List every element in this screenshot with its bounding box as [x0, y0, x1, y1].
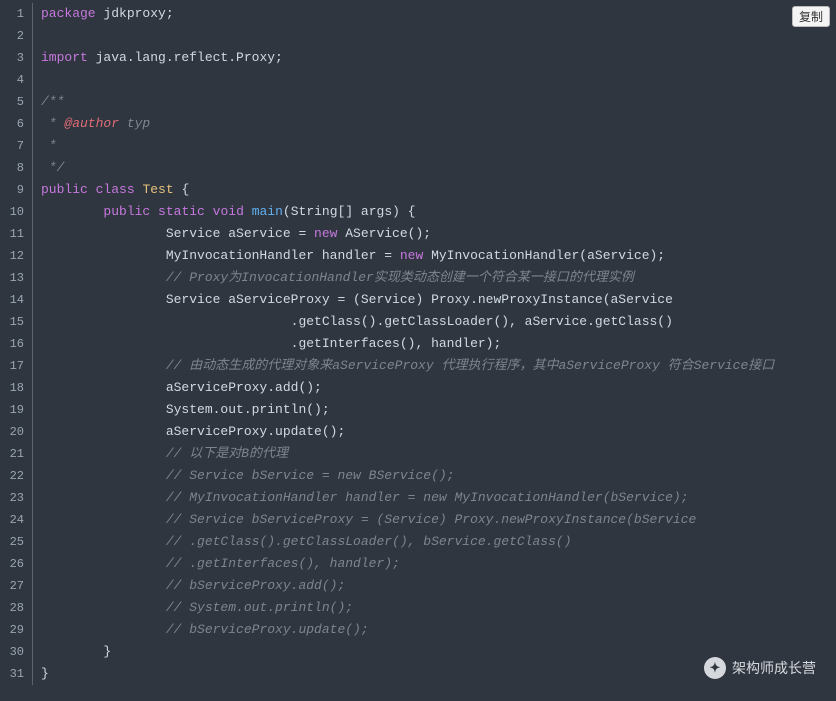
line-number: 4 — [3, 69, 33, 91]
code-content[interactable]: * @author typ — [33, 113, 150, 135]
line-number: 24 — [3, 509, 33, 531]
code-line: 19 System.out.println(); — [3, 399, 833, 421]
code-line: 23 // MyInvocationHandler handler = new … — [3, 487, 833, 509]
line-number: 9 — [3, 179, 33, 201]
code-line: 6 * @author typ — [3, 113, 833, 135]
code-line: 29 // bServiceProxy.update(); — [3, 619, 833, 641]
watermark: ✦ 架构师成长营 — [704, 657, 816, 679]
code-content[interactable]: .getClass().getClassLoader(), aService.g… — [33, 311, 673, 333]
code-content[interactable]: * — [33, 135, 57, 157]
line-number: 20 — [3, 421, 33, 443]
line-number: 16 — [3, 333, 33, 355]
line-number: 23 — [3, 487, 33, 509]
code-content[interactable]: // 以下是对B的代理 — [33, 443, 288, 465]
code-content[interactable]: .getInterfaces(), handler); — [33, 333, 501, 355]
line-number: 29 — [3, 619, 33, 641]
code-content[interactable]: // Service bService = new BService(); — [33, 465, 454, 487]
code-line: 12 MyInvocationHandler handler = new MyI… — [3, 245, 833, 267]
code-content[interactable] — [33, 69, 41, 91]
line-number: 30 — [3, 641, 33, 663]
line-number: 8 — [3, 157, 33, 179]
code-line: 8 */ — [3, 157, 833, 179]
code-content[interactable]: public static void main(String[] args) { — [33, 201, 416, 223]
code-content[interactable]: // .getClass().getClassLoader(), bServic… — [33, 531, 572, 553]
code-line: 24 // Service bServiceProxy = (Service) … — [3, 509, 833, 531]
code-content[interactable]: Service aService = new AService(); — [33, 223, 431, 245]
line-number: 11 — [3, 223, 33, 245]
code-line: 18 aServiceProxy.add(); — [3, 377, 833, 399]
code-content[interactable]: } — [33, 663, 49, 685]
line-number: 7 — [3, 135, 33, 157]
wechat-icon: ✦ — [704, 657, 726, 679]
line-number: 17 — [3, 355, 33, 377]
line-number: 18 — [3, 377, 33, 399]
line-number: 12 — [3, 245, 33, 267]
copy-button[interactable]: 复制 — [792, 6, 830, 27]
code-content[interactable]: import java.lang.reflect.Proxy; — [33, 47, 283, 69]
code-line: 27 // bServiceProxy.add(); — [3, 575, 833, 597]
line-number: 26 — [3, 553, 33, 575]
code-content[interactable]: aServiceProxy.add(); — [33, 377, 322, 399]
code-content[interactable]: /** — [33, 91, 64, 113]
line-number: 25 — [3, 531, 33, 553]
line-number: 3 — [3, 47, 33, 69]
code-content[interactable]: // bServiceProxy.add(); — [33, 575, 345, 597]
code-content[interactable] — [33, 25, 41, 47]
code-content[interactable]: // System.out.println(); — [33, 597, 353, 619]
code-line: 2 — [3, 25, 833, 47]
code-line: 11 Service aService = new AService(); — [3, 223, 833, 245]
code-line: 20 aServiceProxy.update(); — [3, 421, 833, 443]
line-number: 28 — [3, 597, 33, 619]
line-number: 13 — [3, 267, 33, 289]
code-line: 22 // Service bService = new BService(); — [3, 465, 833, 487]
line-number: 27 — [3, 575, 33, 597]
line-number: 14 — [3, 289, 33, 311]
line-number: 31 — [3, 663, 33, 685]
code-content[interactable]: System.out.println(); — [33, 399, 330, 421]
code-line: 7 * — [3, 135, 833, 157]
code-line: 28 // System.out.println(); — [3, 597, 833, 619]
code-line: 1package jdkproxy; — [3, 3, 833, 25]
code-content[interactable]: // 由动态生成的代理对象来aServiceProxy 代理执行程序，其中aSe… — [33, 355, 774, 377]
line-number: 22 — [3, 465, 33, 487]
code-content[interactable]: // MyInvocationHandler handler = new MyI… — [33, 487, 689, 509]
code-line: 3import java.lang.reflect.Proxy; — [3, 47, 833, 69]
code-line: 13 // Proxy为InvocationHandler实现类动态创建一个符合… — [3, 267, 833, 289]
line-number: 19 — [3, 399, 33, 421]
code-line: 15 .getClass().getClassLoader(), aServic… — [3, 311, 833, 333]
line-number: 15 — [3, 311, 33, 333]
line-number: 1 — [3, 3, 33, 25]
code-line: 5/** — [3, 91, 833, 113]
code-line: 26 // .getInterfaces(), handler); — [3, 553, 833, 575]
code-line: 17 // 由动态生成的代理对象来aServiceProxy 代理执行程序，其中… — [3, 355, 833, 377]
code-content[interactable]: */ — [33, 157, 64, 179]
code-content[interactable]: Service aServiceProxy = (Service) Proxy.… — [33, 289, 673, 311]
code-line: 21 // 以下是对B的代理 — [3, 443, 833, 465]
code-line: 14 Service aServiceProxy = (Service) Pro… — [3, 289, 833, 311]
code-content[interactable]: // Proxy为InvocationHandler实现类动态创建一个符合某一接… — [33, 267, 634, 289]
code-content[interactable]: } — [33, 641, 111, 663]
code-line: 9public class Test { — [3, 179, 833, 201]
code-line: 4 — [3, 69, 833, 91]
code-content[interactable]: // Service bServiceProxy = (Service) Pro… — [33, 509, 696, 531]
line-number: 2 — [3, 25, 33, 47]
watermark-text: 架构师成长营 — [732, 657, 816, 679]
code-editor: 1package jdkproxy;23import java.lang.ref… — [0, 0, 836, 701]
code-line: 10 public static void main(String[] args… — [3, 201, 833, 223]
line-number: 10 — [3, 201, 33, 223]
code-line: 25 // .getClass().getClassLoader(), bSer… — [3, 531, 833, 553]
code-content[interactable]: public class Test { — [33, 179, 189, 201]
line-number: 21 — [3, 443, 33, 465]
code-content[interactable]: MyInvocationHandler handler = new MyInvo… — [33, 245, 665, 267]
code-line: 16 .getInterfaces(), handler); — [3, 333, 833, 355]
line-number: 6 — [3, 113, 33, 135]
code-content[interactable]: aServiceProxy.update(); — [33, 421, 345, 443]
code-content[interactable]: // bServiceProxy.update(); — [33, 619, 369, 641]
code-content[interactable]: // .getInterfaces(), handler); — [33, 553, 400, 575]
line-number: 5 — [3, 91, 33, 113]
code-content[interactable]: package jdkproxy; — [33, 3, 174, 25]
